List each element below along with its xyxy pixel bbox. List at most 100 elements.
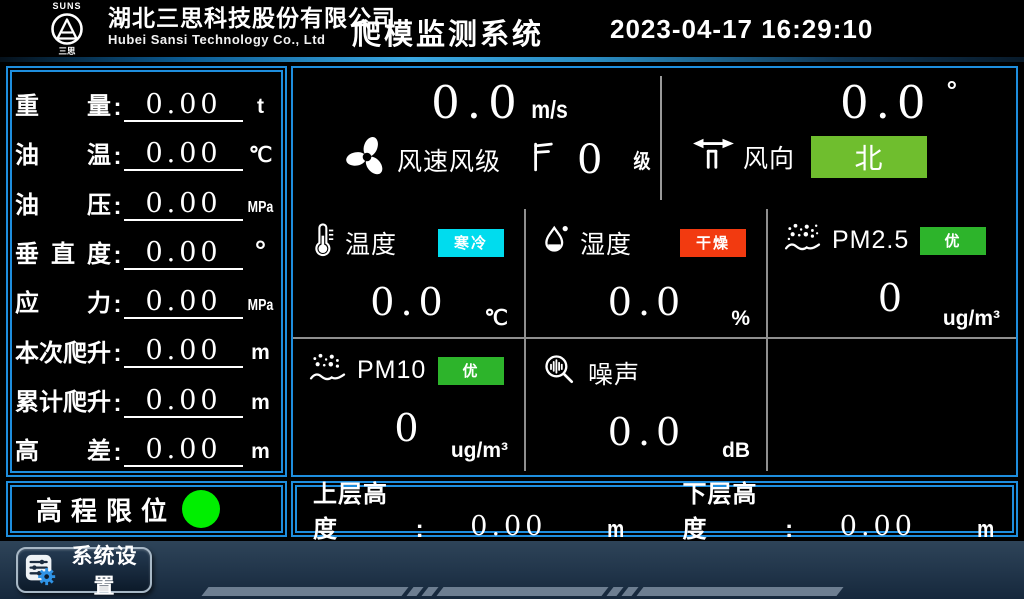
lower-height-unit: m bbox=[977, 516, 994, 544]
header-divider bbox=[0, 57, 1024, 62]
pm10-unit: ug/m³ bbox=[451, 439, 508, 463]
metric-label: 累计爬升 bbox=[15, 389, 111, 418]
metrics-panel: 重 量: 0.00 t 油 温: 0.00 ℃ 油 压: 0.00 MPa 垂直… bbox=[6, 66, 287, 477]
lower-height-value: 0.00 bbox=[795, 511, 961, 544]
metric-label: 高 差 bbox=[15, 438, 111, 467]
temperature-label: 温度 bbox=[345, 225, 397, 261]
temperature-value: 0.0 bbox=[309, 283, 510, 321]
wind-section-divider bbox=[660, 76, 662, 200]
header: SUNS 三思 湖北三思科技股份有限公司 Hubei Sansi Technol… bbox=[0, 0, 1024, 57]
metric-label: 油 温 bbox=[15, 142, 111, 171]
metric-unit: ℃ bbox=[243, 145, 278, 171]
settings-gear-icon bbox=[24, 553, 58, 587]
environment-panel: 0.0 m/s 风速风级 bbox=[291, 66, 1018, 477]
metric-label: 应 力 bbox=[15, 290, 111, 319]
taskbar: 系统设置 bbox=[0, 541, 1024, 599]
metric-row-oil-pressure: 油 压: 0.00 MPa bbox=[15, 179, 278, 221]
water-drop-icon bbox=[542, 222, 570, 263]
fan-icon bbox=[345, 135, 389, 184]
noise-label: 噪声 bbox=[588, 355, 640, 391]
metric-unit: ° bbox=[243, 237, 278, 270]
pm25-cell: PM2.5 优 0 ug/m³ bbox=[768, 209, 1016, 337]
metric-value: 0.00 bbox=[124, 138, 243, 171]
metric-label: 本次爬升 bbox=[15, 340, 111, 369]
climbing-formwork-monitor-screen: SUNS 三思 湖北三思科技股份有限公司 Hubei Sansi Technol… bbox=[0, 0, 1024, 599]
metric-unit: m bbox=[243, 392, 278, 418]
upper-height-value: 0.00 bbox=[426, 511, 592, 544]
metric-unit: MPa bbox=[247, 200, 274, 221]
wind-direction-unit: ° bbox=[947, 80, 957, 101]
metric-label: 垂直度 bbox=[15, 241, 111, 270]
metric-unit: MPa bbox=[247, 298, 274, 319]
elevation-limit-label: 高程限位 bbox=[36, 491, 176, 528]
metric-row-height-difference: 高 差: 0.00 m bbox=[15, 425, 278, 467]
noise-cell: 噪声 0.0 dB bbox=[526, 339, 766, 469]
settings-button-label: 系统设置 bbox=[65, 540, 144, 599]
metric-value: 0.00 bbox=[124, 89, 243, 122]
pm10-status-badge: 优 bbox=[438, 357, 504, 385]
metric-unit: m bbox=[243, 441, 278, 467]
humidity-label: 湿度 bbox=[580, 225, 632, 261]
logo-bottom-text: 三思 bbox=[58, 46, 76, 56]
temperature-status-badge: 寒冷 bbox=[438, 229, 504, 257]
metric-row-oil-temp: 油 温: 0.00 ℃ bbox=[15, 129, 278, 171]
metric-unit: m bbox=[243, 342, 278, 368]
thermometer-icon bbox=[309, 222, 335, 263]
wind-vane-icon bbox=[691, 135, 735, 178]
wind-speed-unit: m/s bbox=[531, 96, 568, 125]
metric-value: 0.00 bbox=[124, 434, 243, 467]
humidity-unit: % bbox=[731, 307, 750, 331]
wind-compass-badge: 北 bbox=[811, 136, 927, 178]
metric-row-total-climb: 累计爬升: 0.00 m bbox=[15, 376, 278, 418]
wind-speed-label: 风速风级 bbox=[397, 142, 501, 178]
elevation-limit-box: 高程限位 bbox=[6, 481, 287, 537]
wind-speed-block: 0.0 m/s 风速风级 bbox=[293, 68, 661, 206]
lower-height-group: 下层高度 : 0.00 m bbox=[683, 474, 997, 544]
metric-value: 0.00 bbox=[124, 335, 243, 368]
wind-direction-block: 0.0 ° 风向 北 bbox=[663, 68, 1014, 206]
datetime-display: 2023-04-17 16:29:10 bbox=[610, 14, 873, 45]
metric-unit: t bbox=[243, 96, 278, 122]
pm25-status-badge: 优 bbox=[920, 227, 986, 255]
metric-row-verticality: 垂直度: 0.00 ° bbox=[15, 228, 278, 270]
pm10-label: PM10 bbox=[357, 356, 426, 385]
metric-row-weight: 重 量: 0.00 t bbox=[15, 80, 278, 122]
upper-height-label: 上层高度 bbox=[313, 474, 412, 544]
metric-row-current-climb: 本次爬升: 0.00 m bbox=[15, 326, 278, 368]
upper-height-unit: m bbox=[607, 516, 624, 544]
humidity-cell: 湿度 干燥 0.0 % bbox=[526, 209, 766, 337]
noise-meter-icon bbox=[542, 352, 578, 393]
metric-value: 0.00 bbox=[124, 188, 243, 221]
noise-value: 0.0 bbox=[542, 413, 752, 451]
wind-direction-value: 0.0 bbox=[840, 80, 933, 125]
metric-value: 0.00 bbox=[124, 286, 243, 319]
metric-label: 油 压 bbox=[15, 192, 111, 221]
upper-height-group: 上层高度 : 0.00 m bbox=[313, 474, 627, 544]
wind-level-icon bbox=[531, 141, 555, 178]
metric-row-stress: 应 力: 0.00 MPa bbox=[15, 277, 278, 319]
company-logo-icon: SUNS 三思 bbox=[26, 0, 108, 56]
layer-heights-box: 上层高度 : 0.00 m 下层高度 : 0.00 m bbox=[291, 481, 1018, 537]
wind-level-value: 0 bbox=[577, 140, 602, 180]
page-title: 爬模监测系统 bbox=[352, 11, 544, 53]
metric-value: 0.00 bbox=[124, 385, 243, 418]
pm25-label: PM2.5 bbox=[832, 226, 909, 255]
temperature-cell: 温度 寒冷 0.0 ℃ bbox=[293, 209, 524, 337]
elevation-limit-indicator bbox=[182, 490, 220, 528]
wind-speed-value: 0.0 bbox=[431, 80, 524, 125]
humidity-value: 0.0 bbox=[542, 283, 752, 321]
particles-icon bbox=[309, 352, 347, 389]
humidity-status-badge: 干燥 bbox=[680, 229, 746, 257]
pm10-cell: PM10 优 0 ug/m³ bbox=[293, 339, 524, 469]
wind-level-unit: 级 bbox=[634, 145, 651, 174]
logo-top-text: SUNS bbox=[52, 1, 81, 11]
temperature-unit: ℃ bbox=[484, 306, 508, 331]
taskbar-decor-stripe bbox=[205, 587, 840, 596]
metric-value: 0.00 bbox=[124, 237, 243, 270]
wind-direction-label: 风向 bbox=[743, 139, 795, 175]
particles-icon bbox=[784, 222, 822, 259]
metric-label: 重 量 bbox=[15, 93, 111, 122]
settings-button[interactable]: 系统设置 bbox=[16, 547, 152, 593]
noise-unit: dB bbox=[722, 439, 750, 463]
lower-height-label: 下层高度 bbox=[683, 474, 782, 544]
